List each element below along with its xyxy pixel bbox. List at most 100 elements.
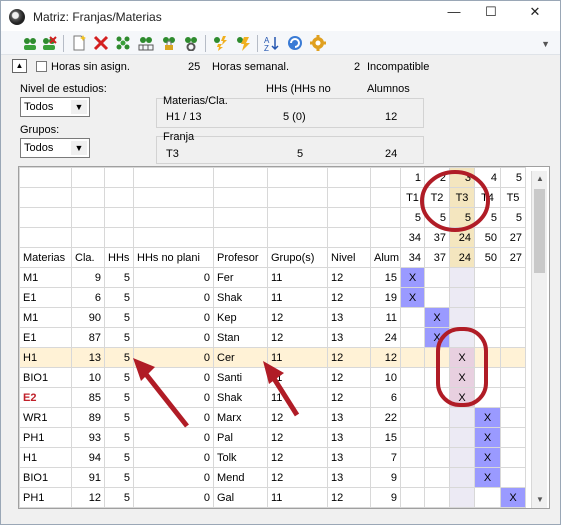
slot-cell[interactable]	[500, 347, 526, 368]
slot-cell[interactable]: X	[449, 387, 475, 408]
row-cell-n[interactable]: 0	[133, 287, 214, 308]
slot-cell-assigned[interactable]: X	[424, 327, 450, 348]
row-cell-g[interactable]: 11	[267, 347, 328, 368]
row-cell-n[interactable]: 0	[133, 407, 214, 428]
level-select[interactable]: Todos ▼	[20, 97, 90, 117]
refresh-icon[interactable]	[287, 35, 303, 51]
row-cell-c[interactable]: 94	[71, 447, 105, 468]
slot-header-cell[interactable]: T2	[424, 187, 450, 208]
table-row[interactable]: H1 94 5 0 Tolk 12 13 7 X	[19, 447, 526, 468]
row-cell-h[interactable]: 5	[104, 287, 134, 308]
slot-cell[interactable]	[500, 387, 526, 408]
row-cell-m[interactable]: M1	[19, 267, 72, 288]
table-row[interactable]: M1 90 5 0 Kep 12 13 11 X	[19, 307, 526, 328]
slot-cell[interactable]: X	[449, 367, 475, 388]
table-row[interactable]: H1 13 5 0 Cer 11 12 12 X	[19, 347, 526, 368]
table-row[interactable]: M1 9 5 0 Fer 11 12 15 X	[19, 267, 526, 288]
slot-cell[interactable]	[400, 347, 425, 368]
row-cell-m[interactable]: PH1	[19, 427, 72, 448]
row-cell-g[interactable]: 11	[267, 487, 328, 508]
row-cell-l[interactable]: 12	[327, 367, 371, 388]
row-cell-l[interactable]: 12	[327, 267, 371, 288]
row-cell-l[interactable]: 13	[327, 307, 371, 328]
lightning-icon[interactable]	[212, 35, 228, 51]
row-cell-a[interactable]: 24	[370, 327, 401, 348]
slot-cell[interactable]: X	[449, 347, 475, 368]
row-cell-p[interactable]: Fer	[213, 267, 268, 288]
slot-cell[interactable]	[449, 447, 475, 468]
row-cell-c[interactable]: 10	[71, 367, 105, 388]
row-cell-m[interactable]: H1	[19, 347, 72, 368]
group-lock-icon[interactable]	[161, 35, 177, 51]
row-cell-c[interactable]: 7	[71, 507, 105, 508]
empty-header-cell[interactable]	[133, 227, 214, 248]
row-cell-g[interactable]: 12	[267, 307, 328, 328]
column-header[interactable]: Alum	[370, 247, 401, 268]
column-header[interactable]: Cla.	[71, 247, 105, 268]
slot-cell[interactable]	[424, 447, 450, 468]
slot-header-cell[interactable]: 34	[400, 227, 425, 248]
slot-cell-assigned[interactable]: X	[474, 467, 501, 488]
slot-cell[interactable]	[474, 267, 501, 288]
row-cell-n[interactable]: 0	[133, 307, 214, 328]
empty-header-cell[interactable]	[327, 207, 371, 228]
students-remove-icon[interactable]	[41, 35, 57, 51]
empty-header-cell[interactable]	[370, 167, 401, 188]
slot-header-cell[interactable]: 5	[500, 207, 526, 228]
row-cell-l[interactable]: 12	[327, 487, 371, 508]
slot-cell[interactable]	[500, 367, 526, 388]
flash-group-icon[interactable]	[235, 35, 251, 51]
slot-cell[interactable]	[474, 327, 501, 348]
empty-header-cell[interactable]	[370, 207, 401, 228]
slot-cell[interactable]	[424, 507, 450, 508]
empty-header-cell[interactable]	[213, 187, 268, 208]
row-cell-a[interactable]: 9	[370, 507, 401, 508]
row-cell-n[interactable]: 0	[133, 467, 214, 488]
slot-header-cell[interactable]: T3	[449, 187, 475, 208]
slot-cell[interactable]	[474, 387, 501, 408]
empty-header-cell[interactable]	[71, 187, 105, 208]
row-cell-a[interactable]: 22	[370, 407, 401, 428]
empty-header-cell[interactable]	[133, 187, 214, 208]
row-cell-n[interactable]: 0	[133, 327, 214, 348]
table-row[interactable]: PH1 12 5 0 Gal 11 12 9 X	[19, 487, 526, 508]
column-header[interactable]: Grupo(s)	[267, 247, 328, 268]
column-header[interactable]: 34	[400, 247, 425, 268]
empty-header-cell[interactable]	[133, 207, 214, 228]
row-cell-h[interactable]: 5	[104, 387, 134, 408]
row-cell-p[interactable]: Cer	[213, 347, 268, 368]
slot-cell[interactable]	[400, 467, 425, 488]
row-cell-g[interactable]: 11	[267, 287, 328, 308]
row-cell-p[interactable]: Santi	[213, 367, 268, 388]
slot-cell[interactable]	[424, 287, 450, 308]
row-cell-n[interactable]: 0	[133, 387, 214, 408]
row-cell-c[interactable]: 89	[71, 407, 105, 428]
row-cell-l[interactable]: 13	[327, 407, 371, 428]
slot-cell-assigned[interactable]: X	[474, 427, 501, 448]
row-cell-g[interactable]: 12	[267, 427, 328, 448]
row-cell-p[interactable]: Mend	[213, 467, 268, 488]
row-cell-m[interactable]: L1	[19, 507, 72, 508]
slot-cell[interactable]	[474, 287, 501, 308]
empty-header-cell[interactable]	[327, 167, 371, 188]
row-cell-h[interactable]: 5	[104, 467, 134, 488]
slot-header-cell[interactable]: 4	[474, 167, 501, 188]
row-cell-c[interactable]: 13	[71, 347, 105, 368]
slot-cell[interactable]	[449, 467, 475, 488]
delete-icon[interactable]	[93, 35, 109, 51]
slot-cell[interactable]	[424, 267, 450, 288]
vertical-scrollbar[interactable]: ▲ ▼	[531, 171, 547, 508]
slot-cell[interactable]	[449, 507, 475, 508]
slot-cell[interactable]	[449, 427, 475, 448]
group-grid-icon[interactable]	[138, 35, 154, 51]
slot-cell-assigned[interactable]: X	[474, 407, 501, 428]
slot-header-cell[interactable]: 5	[474, 207, 501, 228]
slot-cell[interactable]	[424, 347, 450, 368]
slot-cell[interactable]	[500, 267, 526, 288]
row-cell-p[interactable]: Kep	[213, 307, 268, 328]
slot-cell[interactable]	[500, 447, 526, 468]
scroll-down-icon[interactable]: ▼	[532, 492, 548, 508]
empty-header-cell[interactable]	[133, 167, 214, 188]
groups-select[interactable]: Todos ▼	[20, 138, 90, 158]
slot-cell[interactable]	[449, 407, 475, 428]
